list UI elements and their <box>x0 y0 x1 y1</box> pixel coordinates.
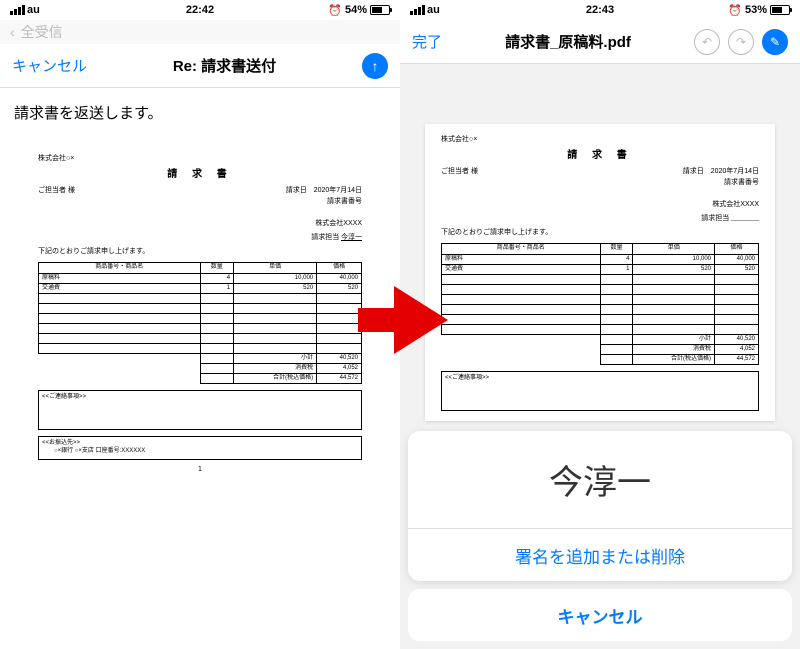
markup-nav: 完了 請求書_原稿料.pdf ↶ ↷ ✎ <box>400 20 800 64</box>
invoice-company: 株式会社○× <box>38 155 74 163</box>
alarm-icon: ⏰ <box>728 4 742 17</box>
bank-box: <<お振込先>>○×銀行 ○×支店 口座番号:XXXXXX <box>38 436 362 460</box>
invoice-intro: 下記のとおりご請求申し上げます。 <box>38 248 362 256</box>
battery-pct: 53% <box>745 4 767 16</box>
invoice-number-label: 請求書番号 <box>38 198 362 206</box>
notes-box: <<ご連絡事項>> <box>441 371 759 411</box>
invoice-title: 請 求 書 <box>441 150 759 162</box>
document-title: 請求書_原稿料.pdf <box>505 31 631 52</box>
invoice-signature: 今淳一 <box>341 234 362 241</box>
invoice-from: 株式会社XXXX <box>441 201 759 209</box>
sheet-cancel-button[interactable]: キャンセル <box>408 589 792 641</box>
notes-box: <<ご連絡事項>> <box>38 390 362 430</box>
invoice-company: 株式会社○× <box>441 136 477 144</box>
carrier: au <box>27 4 40 16</box>
redo-button[interactable]: ↷ <box>728 29 754 55</box>
back-chevron-icon: ‹ <box>10 24 15 40</box>
compose-nav: キャンセル Re: 請求書送付 ↑ <box>0 44 400 88</box>
battery-icon <box>370 5 390 15</box>
done-button[interactable]: 完了 <box>412 31 442 52</box>
battery-pct: 54% <box>345 4 367 16</box>
markup-button[interactable]: ✎ <box>762 29 788 55</box>
table-row: 原稿料410,00040,000 <box>442 254 759 264</box>
table-row: 交通費1520520 <box>442 264 759 274</box>
table-row: 交通費1520520 <box>39 283 362 293</box>
manage-signatures-button[interactable]: 署名を追加または削除 <box>408 529 792 581</box>
pen-icon: ✎ <box>770 35 780 49</box>
compose-title: Re: 請求書送付 <box>173 55 276 76</box>
cancel-button[interactable]: キャンセル <box>12 55 87 76</box>
invoice-recipient: ご担当者 様 <box>38 187 75 195</box>
invoice-recipient: ご担当者 様 <box>441 168 478 176</box>
email-body[interactable]: 請求書を返送します。 <box>0 88 400 137</box>
screenshot-left: au 22:42 ⏰54% ‹ 全受信 キャンセル Re: 請求書送付 ↑ 請求… <box>0 0 400 649</box>
invoice-intro: 下記のとおりご請求申し上げます。 <box>441 229 759 237</box>
undo-icon: ↶ <box>702 35 712 49</box>
undo-button[interactable]: ↶ <box>694 29 720 55</box>
redo-icon: ↷ <box>736 35 746 49</box>
battery-icon <box>770 5 790 15</box>
status-bar: au 22:42 ⏰54% <box>0 0 400 20</box>
status-bar: au 22:43 ⏰53% <box>400 0 800 20</box>
invoice-document[interactable]: 株式会社○× 請 求 書 ご担当者 様請求日 2020年7月14日 請求書番号 … <box>425 124 775 421</box>
background-inbox: ‹ 全受信 <box>0 20 400 44</box>
send-button[interactable]: ↑ <box>362 53 388 79</box>
page-number: 1 <box>38 466 362 474</box>
invoice-attachment[interactable]: 株式会社○× 請 求 書 ご担当者 様請求日 2020年7月14日 請求書番号 … <box>30 145 370 483</box>
invoice-number-label: 請求書番号 <box>441 179 759 187</box>
screenshot-right: au 22:43 ⏰53% 完了 請求書_原稿料.pdf ↶ ↷ ✎ 株式会社○… <box>400 0 800 649</box>
invoice-title: 請 求 書 <box>38 169 362 181</box>
invoice-from: 株式会社XXXX <box>38 220 362 228</box>
arrow-up-icon: ↑ <box>371 58 378 74</box>
status-time: 22:43 <box>586 4 614 16</box>
invoice-table: 商品番号・商品名数量単価価格 原稿料410,00040,000 交通費15205… <box>441 243 759 365</box>
signature-preview[interactable]: 今淳一 <box>408 431 792 529</box>
carrier: au <box>427 4 440 16</box>
alarm-icon: ⏰ <box>328 4 342 17</box>
invoice-table: 商品番号・商品名数量単価価格 原稿料410,00040,000 交通費15205… <box>38 262 362 384</box>
signature-sheet: 今淳一 署名を追加または削除 キャンセル <box>408 431 792 641</box>
red-arrow-annotation <box>358 280 448 360</box>
table-row: 原稿料410,00040,000 <box>39 273 362 283</box>
status-time: 22:42 <box>186 4 214 16</box>
